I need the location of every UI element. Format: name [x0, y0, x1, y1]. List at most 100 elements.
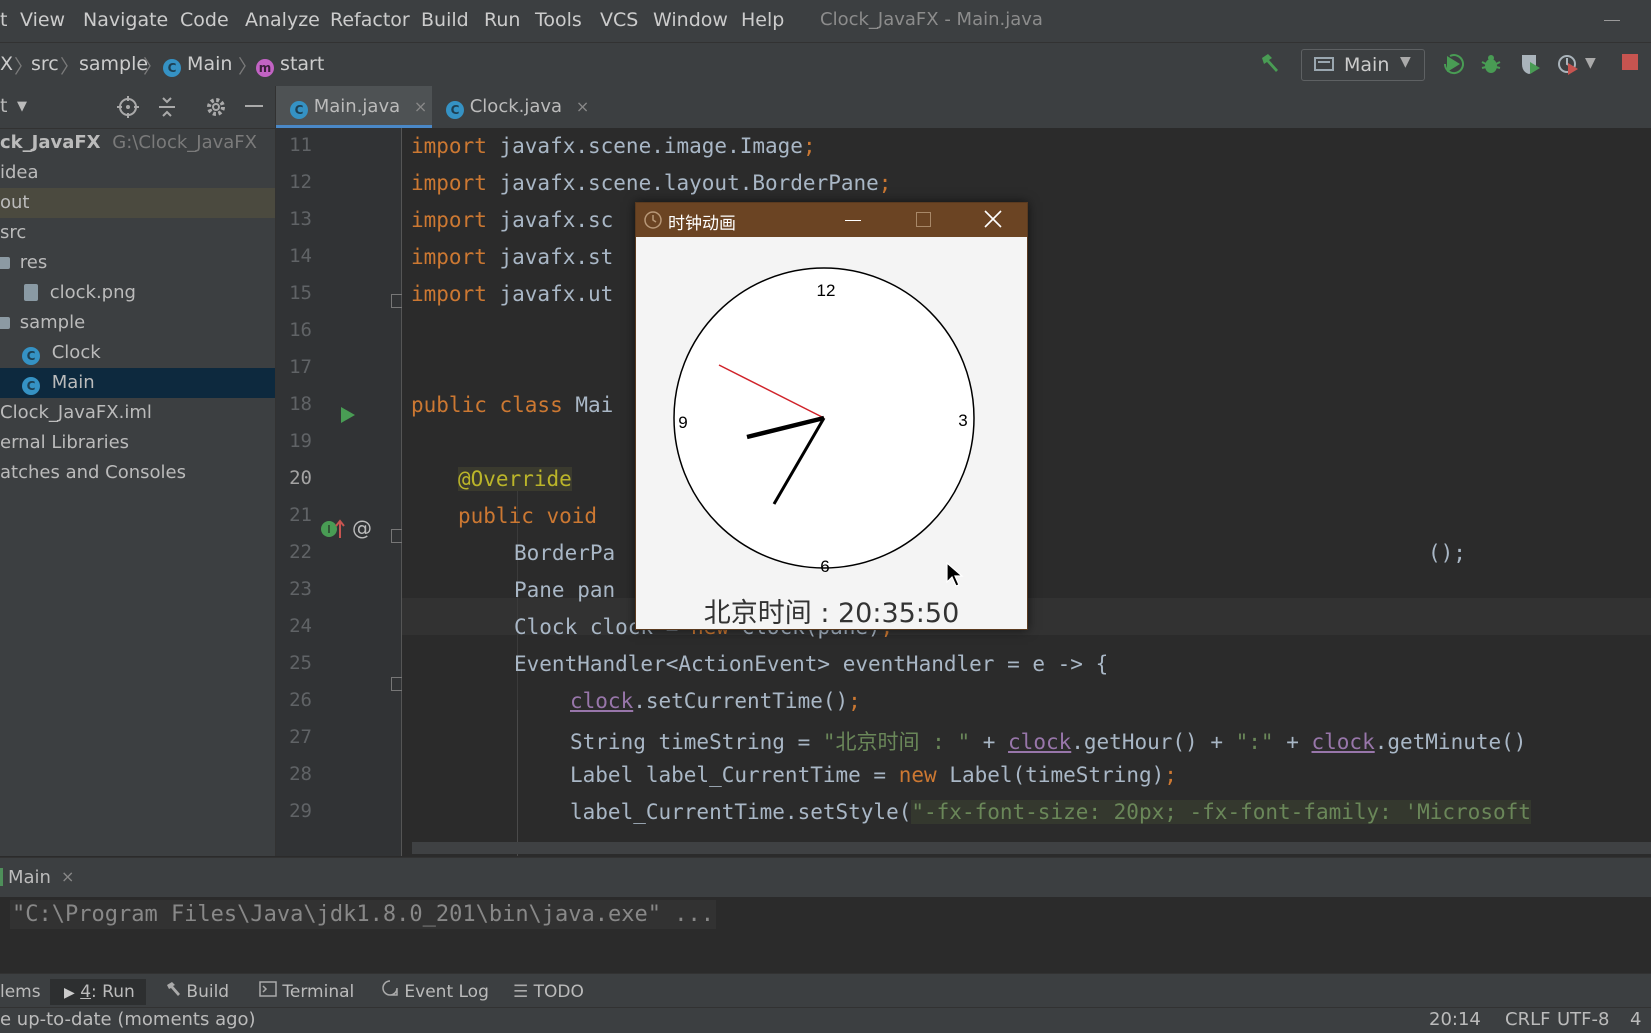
image-file-icon	[24, 284, 38, 301]
event-log-icon	[381, 980, 404, 1002]
tree-item-label: atches and Consoles	[0, 462, 186, 483]
tree-item-external-libraries[interactable]: ernal Libraries	[0, 428, 275, 458]
breadcrumb-sample[interactable]: sample	[79, 53, 148, 75]
code-token: +	[1273, 730, 1312, 754]
class-icon: C	[290, 101, 308, 119]
locate-target-icon[interactable]	[116, 95, 140, 123]
close-icon[interactable]: ×	[576, 97, 589, 116]
menu-item-vcs[interactable]: VCS	[600, 9, 638, 31]
toolwindow-run[interactable]: ▶ 4: Run	[50, 979, 146, 1005]
run-configuration-select[interactable]: Main ▼	[1301, 49, 1425, 81]
tree-item-label: clock.png	[49, 282, 136, 303]
code-token: ;	[802, 134, 816, 158]
annotation-gutter-icon[interactable]: @	[352, 516, 372, 540]
breadcrumb-start[interactable]: m start	[256, 53, 324, 77]
menu-item-refactor[interactable]: Refactor	[330, 9, 410, 31]
line-number: 26	[289, 689, 312, 711]
chevron-down-icon[interactable]: ▼	[1585, 55, 1596, 71]
profile-icon[interactable]	[1556, 52, 1580, 81]
minimize-icon[interactable]	[845, 220, 861, 221]
code-line: import javafx.scene.image.Image;	[411, 134, 816, 158]
status-bar: e up-to-date (moments ago) 20:14 CRLF UT…	[0, 1007, 1651, 1033]
status-message[interactable]: e up-to-date (moments ago)	[0, 1009, 256, 1030]
toolwindow-problems[interactable]: lems	[0, 979, 41, 1005]
project-view-label[interactable]: t	[0, 95, 7, 117]
toolwindow-build[interactable]: Build	[165, 979, 229, 1005]
tree-item-iml[interactable]: Clock_JavaFX.iml	[0, 398, 275, 428]
clock-number-12: 12	[817, 281, 836, 300]
package-icon	[0, 317, 10, 329]
tree-item-src[interactable]: src	[0, 218, 275, 248]
horizontal-scrollbar[interactable]	[412, 842, 1651, 854]
close-icon[interactable]: ×	[61, 867, 74, 886]
toolwindow-label: Build	[186, 982, 230, 1002]
method-icon: m	[256, 59, 274, 77]
close-icon[interactable]: ×	[414, 97, 427, 116]
tree-item-out[interactable]: out	[0, 188, 275, 218]
line-number: 17	[289, 356, 312, 378]
tab-main-java[interactable]: C Main.java ×	[276, 86, 432, 128]
toolwindow-todo[interactable]: ☰ TODO	[513, 979, 584, 1005]
run-console-output[interactable]: "C:\Program Files\Java\jdk1.8.0_201\bin\…	[0, 897, 1651, 973]
tree-item-idea[interactable]: idea	[0, 158, 275, 188]
tree-item-project-root[interactable]: ck_JavaFX G:\Clock_JavaFX	[0, 128, 275, 158]
code-line: Pane pan	[514, 578, 615, 602]
run-tab-main[interactable]: Main	[8, 867, 51, 888]
menu-item-window[interactable]: Window	[653, 9, 728, 31]
code-token: javafx.scene.image.Image	[486, 134, 803, 158]
gear-icon[interactable]	[204, 95, 228, 123]
menu-item-code[interactable]: Code	[180, 9, 229, 31]
menu-item-tools[interactable]: Tools	[535, 9, 582, 31]
menu-item-analyze[interactable]: Analyze	[245, 9, 320, 31]
line-separator[interactable]: CRLF	[1505, 1009, 1550, 1030]
menu-item-help[interactable]: Help	[741, 9, 784, 31]
menu-item-build[interactable]: Build	[421, 9, 469, 31]
close-icon[interactable]	[981, 207, 1005, 235]
line-number: 24	[289, 615, 312, 637]
toolwindow-terminal[interactable]: Terminal	[259, 979, 354, 1005]
toolwindow-label: Terminal	[282, 982, 355, 1002]
breadcrumb-main[interactable]: C Main	[163, 53, 232, 77]
window-minimize-icon[interactable]	[1604, 20, 1620, 21]
menu-item-navigate[interactable]: Navigate	[83, 9, 168, 31]
clock-window-titlebar[interactable]: 时钟动画	[636, 203, 1027, 237]
override-gutter-icon[interactable]: I	[320, 518, 346, 544]
line-number: 15	[289, 282, 312, 304]
app-clock-icon	[643, 210, 663, 234]
clock-number-6: 6	[820, 557, 829, 576]
code-token: ;	[1164, 763, 1177, 787]
chevron-down-icon[interactable]: ▼	[17, 99, 27, 114]
tree-item-res[interactable]: res	[0, 248, 275, 278]
code-token: clock	[1008, 730, 1072, 754]
debug-bug-icon[interactable]	[1479, 52, 1503, 81]
menu-item-run[interactable]: Run	[484, 9, 520, 31]
run-gutter-icon[interactable]	[340, 406, 356, 428]
rerun-icon[interactable]	[1442, 52, 1466, 81]
toolwindow-event-log[interactable]: Event Log	[381, 979, 489, 1005]
build-hammer-icon[interactable]	[1258, 52, 1282, 81]
collapse-all-icon[interactable]	[155, 95, 179, 123]
tab-clock-java[interactable]: C Clock.java ×	[446, 86, 596, 128]
caret-position[interactable]: 20:14	[1429, 1009, 1481, 1030]
stop-icon[interactable]	[1620, 52, 1640, 77]
file-encoding[interactable]: UTF-8	[1557, 1009, 1609, 1030]
coverage-icon[interactable]	[1518, 52, 1542, 81]
hide-panel-icon[interactable]	[245, 105, 263, 107]
breadcrumb-project[interactable]: X	[0, 53, 13, 75]
maximize-icon[interactable]	[916, 212, 931, 227]
code-token: Pane pan	[514, 578, 616, 602]
menu-item-view[interactable]: View	[20, 9, 65, 31]
folder-icon	[0, 257, 10, 269]
tree-item-sample[interactable]: sample	[0, 308, 275, 338]
code-line: String timeString = "北京时间 : " + clock.ge…	[570, 726, 1526, 756]
breadcrumb-main-label: Main	[187, 53, 233, 75]
menu-item-file[interactable]: t	[0, 9, 7, 31]
indent-setting[interactable]: 4	[1630, 1009, 1641, 1030]
tree-item-main-class[interactable]: C Main	[0, 368, 275, 398]
breadcrumb-src[interactable]: src	[31, 53, 59, 75]
tree-item-clock-png[interactable]: clock.png	[0, 278, 275, 308]
tree-item-scratches[interactable]: atches and Consoles	[0, 458, 275, 488]
code-token: ;	[848, 689, 861, 713]
class-icon: C	[163, 59, 181, 77]
tree-item-clock-class[interactable]: C Clock	[0, 338, 275, 368]
